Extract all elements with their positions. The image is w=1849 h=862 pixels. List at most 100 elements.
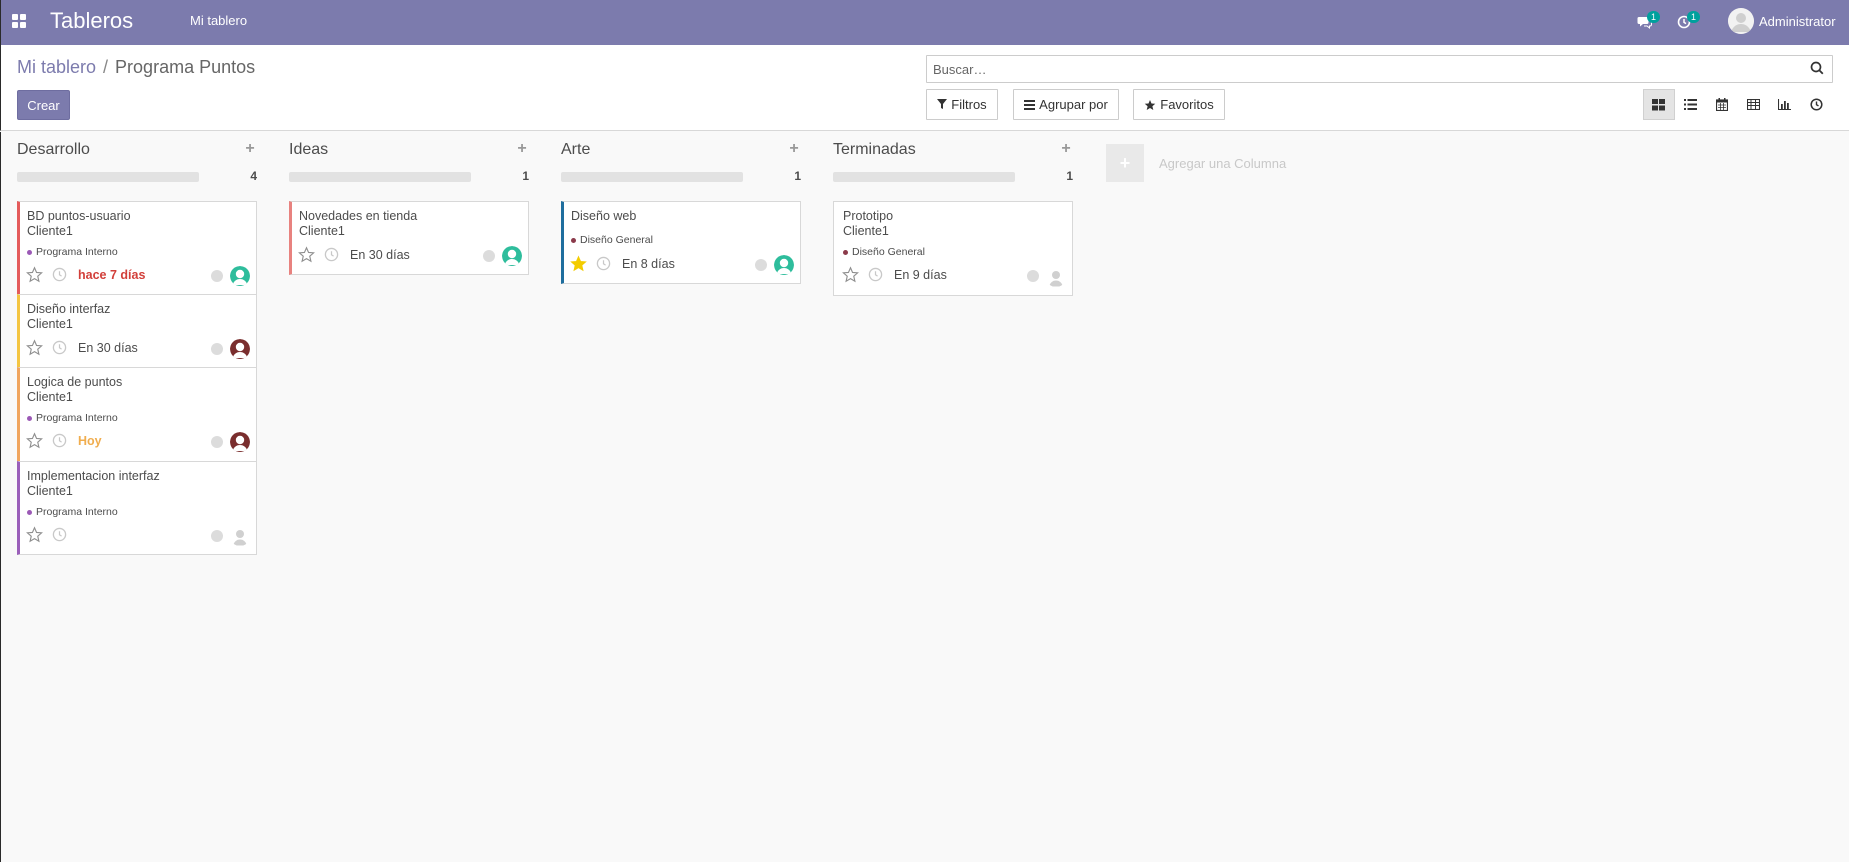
clock-icon[interactable]: 1: [1673, 11, 1700, 33]
breadcrumb: Mi tablero / Programa Puntos: [17, 57, 255, 78]
star-icon[interactable]: [26, 526, 43, 543]
column-quick-add-icon[interactable]: +: [787, 141, 801, 157]
column-count: 1: [1066, 169, 1073, 183]
star-icon: [1145, 99, 1156, 110]
column-progress-bar[interactable]: [561, 172, 743, 182]
tag-color-dot: [571, 237, 576, 243]
kanban-state-dot[interactable]: [483, 250, 495, 262]
column-cards: Diseño web Diseño General En 8 días: [561, 201, 801, 284]
activity-clock-icon[interactable]: [596, 256, 611, 271]
top-navbar: Tableros Mi tablero 1 1 Administrator: [0, 0, 1849, 45]
star-icon[interactable]: [26, 266, 43, 283]
kanban-state-dot[interactable]: [211, 270, 223, 282]
card-tag: Programa Interno: [27, 506, 118, 518]
group-by-button[interactable]: Agrupar por: [1013, 89, 1119, 120]
star-icon[interactable]: [26, 339, 43, 356]
filter-icon: [937, 99, 948, 109]
column-cards: BD puntos-usuario Cliente1 Programa Inte…: [17, 201, 257, 555]
card-deadline: En 30 días: [350, 248, 410, 262]
apps-menu-icon[interactable]: [12, 14, 26, 28]
card-deadline: Hoy: [78, 434, 102, 448]
search-icon[interactable]: [1810, 61, 1826, 77]
star-icon[interactable]: [26, 432, 43, 449]
activity-clock-icon[interactable]: [868, 267, 883, 282]
card-client: Cliente1: [27, 224, 73, 238]
star-icon[interactable]: [570, 255, 587, 272]
column-title[interactable]: Desarrollo: [17, 141, 90, 159]
assignee-avatar[interactable]: [502, 246, 522, 266]
kanban-view-icon[interactable]: [1643, 89, 1675, 120]
kanban-state-dot[interactable]: [1027, 270, 1039, 282]
card-tag-label: Diseño General: [852, 246, 925, 258]
activity-view-icon[interactable]: [1801, 89, 1833, 120]
activity-clock-icon[interactable]: [52, 267, 67, 282]
plus-icon[interactable]: +: [1106, 144, 1144, 182]
kanban-card[interactable]: Prototipo Cliente1 Diseño General En 9 d…: [833, 201, 1073, 296]
kanban-state-dot[interactable]: [211, 436, 223, 448]
add-column-label[interactable]: Agregar una Columna: [1159, 156, 1286, 171]
kanban-state-dot[interactable]: [755, 259, 767, 271]
assignee-avatar[interactable]: [230, 526, 250, 546]
assignee-avatar[interactable]: [1046, 267, 1066, 287]
kanban-card[interactable]: Logica de puntos Cliente1 Programa Inter…: [17, 367, 257, 462]
kanban-card[interactable]: Diseño web Diseño General En 8 días: [561, 201, 801, 284]
column-cards: Prototipo Cliente1 Diseño General En 9 d…: [833, 201, 1073, 296]
calendar-view-icon[interactable]: [1706, 89, 1738, 120]
activity-clock-icon[interactable]: [52, 527, 67, 542]
column-quick-add-icon[interactable]: +: [243, 141, 257, 157]
kanban-card[interactable]: BD puntos-usuario Cliente1 Programa Inte…: [17, 201, 257, 295]
kanban-state-dot[interactable]: [211, 343, 223, 355]
column-progress-bar[interactable]: [833, 172, 1015, 182]
column-quick-add-icon[interactable]: +: [515, 141, 529, 157]
create-button[interactable]: Crear: [17, 90, 70, 120]
assignee-avatar[interactable]: [230, 432, 250, 452]
card-deadline: hace 7 días: [78, 268, 146, 282]
column-progress-bar[interactable]: [17, 172, 199, 182]
column-title[interactable]: Ideas: [289, 141, 328, 159]
user-menu[interactable]: Administrator: [1728, 8, 1836, 34]
tag-color-dot: [27, 415, 32, 421]
activity-clock-icon[interactable]: [324, 247, 339, 262]
tag-color-dot: [27, 249, 32, 255]
column-progress-bar[interactable]: [289, 172, 471, 182]
chat-icon[interactable]: 1: [1633, 11, 1660, 33]
messages-badge: 1: [1647, 11, 1660, 23]
activity-clock-icon[interactable]: [52, 433, 67, 448]
user-avatar: [1728, 8, 1754, 34]
search-bar: [926, 55, 1833, 83]
kanban-state-dot[interactable]: [211, 530, 223, 542]
assignee-avatar[interactable]: [774, 255, 794, 275]
pivot-view-icon[interactable]: [1738, 89, 1770, 120]
kanban-card[interactable]: Implementacion interfaz Cliente1 Program…: [17, 461, 257, 555]
column-quick-add-icon[interactable]: +: [1059, 141, 1073, 157]
menu-item-my-board[interactable]: Mi tablero: [190, 13, 247, 28]
activities-badge: 1: [1687, 11, 1700, 23]
activity-clock-icon[interactable]: [52, 340, 67, 355]
app-title: Tableros: [50, 8, 134, 33]
kanban-card[interactable]: Novedades en tienda Cliente1 En 30 días: [289, 201, 529, 275]
assignee-avatar[interactable]: [230, 266, 250, 286]
card-client: Cliente1: [27, 484, 73, 498]
column-title[interactable]: Arte: [561, 141, 590, 159]
kanban-card[interactable]: Diseño interfaz Cliente1 En 30 días: [17, 294, 257, 368]
filters-label: Filtros: [951, 97, 987, 112]
star-icon[interactable]: [298, 246, 315, 263]
star-icon[interactable]: [842, 266, 859, 283]
assignee-avatar[interactable]: [230, 339, 250, 359]
card-title: Diseño interfaz: [27, 302, 111, 316]
messages-button[interactable]: 1: [1633, 9, 1660, 35]
filters-button[interactable]: Filtros: [926, 89, 998, 120]
favorites-label: Favoritos: [1160, 97, 1214, 112]
list-view-icon[interactable]: [1675, 89, 1707, 120]
graph-view-icon[interactable]: [1769, 89, 1801, 120]
card-title: Prototipo: [843, 209, 894, 223]
add-column-button[interactable]: + Agregar una Columna: [1106, 144, 1286, 182]
favorites-button[interactable]: Favoritos: [1133, 89, 1225, 120]
activities-button[interactable]: 1: [1673, 9, 1700, 35]
card-title: BD puntos-usuario: [27, 209, 131, 223]
card-deadline: En 8 días: [622, 257, 675, 271]
breadcrumb-parent[interactable]: Mi tablero: [17, 57, 96, 78]
search-input[interactable]: [933, 60, 1793, 78]
column-title[interactable]: Terminadas: [833, 141, 916, 159]
column-count: 1: [794, 169, 801, 183]
